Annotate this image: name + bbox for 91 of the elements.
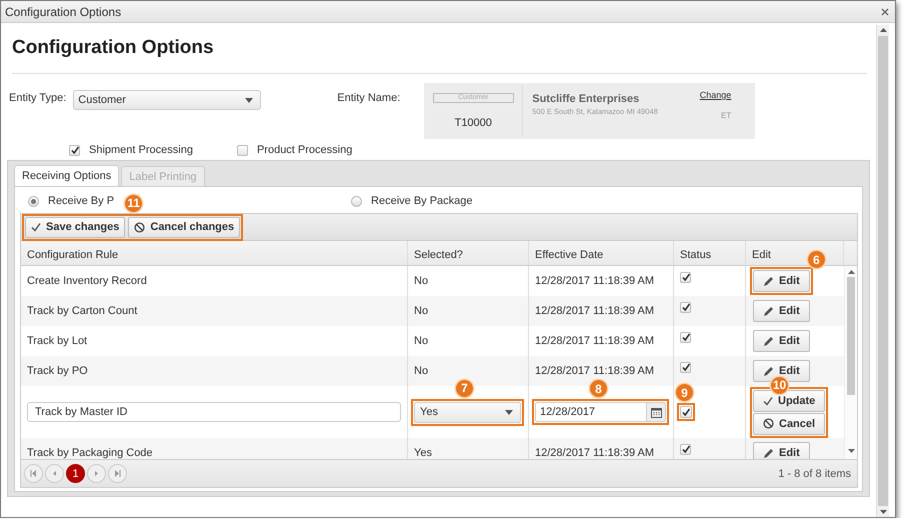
callout-badge: 10 xyxy=(771,376,788,394)
edit-button[interactable]: Edit xyxy=(753,270,810,292)
update-button[interactable]: Update xyxy=(753,390,826,412)
tab[interactable]: Receiving Options xyxy=(14,165,120,186)
pencil-icon xyxy=(763,366,774,376)
checkbox[interactable] xyxy=(680,406,692,418)
callout-badge: 6 xyxy=(808,251,825,268)
column-header: Edit xyxy=(752,248,771,260)
checkbox-label: Product Processing xyxy=(256,144,352,156)
table-cell: Track by Packaging Code xyxy=(27,447,153,459)
page-heading: Configuration Options xyxy=(11,36,215,56)
checkbox[interactable] xyxy=(236,144,248,156)
table-cell: Create Inventory Record xyxy=(27,275,147,287)
edit-button[interactable]: Edit xyxy=(753,300,810,322)
dropdown-caret-icon xyxy=(505,410,513,414)
column-header: Selected? xyxy=(414,248,463,260)
callout-badge: 8 xyxy=(590,380,607,397)
selected-dropdown[interactable]: Yes xyxy=(414,402,521,422)
calendar-icon xyxy=(650,406,662,418)
column-header: Status xyxy=(680,248,712,260)
scroll-up-icon xyxy=(848,270,854,274)
checkmark-icon xyxy=(682,303,690,311)
last-page-icon xyxy=(114,470,121,477)
change-link[interactable]: Change xyxy=(700,90,732,100)
entity-initials: ET xyxy=(721,111,732,120)
entity-type-dropdown[interactable]: Customer xyxy=(73,90,262,110)
scroll-down-icon xyxy=(880,510,886,514)
cancel-changes-button[interactable]: Cancel changes xyxy=(128,216,240,238)
pencil-icon xyxy=(763,336,774,346)
table-cell: Track by Carton Count xyxy=(27,305,138,317)
check-icon xyxy=(31,222,41,232)
edit-button[interactable]: Edit xyxy=(753,360,810,382)
column-header: Configuration Rule xyxy=(27,248,118,260)
checkmark-icon xyxy=(682,363,690,371)
cancel-icon xyxy=(763,418,774,429)
edit-button[interactable]: Edit xyxy=(753,330,810,352)
pencil-icon xyxy=(763,306,774,316)
table-cell: 12/28/2017 11:18:39 AM xyxy=(535,305,654,317)
table-cell: 12/28/2017 11:18:39 AM xyxy=(535,447,654,459)
table-cell: No xyxy=(414,305,428,317)
callout-badge: 11 xyxy=(125,194,142,212)
pager-info: 1 - 8 of 8 items xyxy=(778,468,851,480)
checkbox[interactable] xyxy=(680,302,691,312)
table-cell: No xyxy=(414,335,428,347)
callout-badge: 7 xyxy=(456,380,473,396)
table-cell: 12/28/2017 11:18:39 AM xyxy=(535,275,654,287)
table-cell: No xyxy=(414,365,428,377)
rule-input[interactable]: Track by Master ID xyxy=(27,402,401,422)
checkbox[interactable] xyxy=(69,144,80,156)
pencil-icon xyxy=(763,276,774,286)
check-icon xyxy=(763,396,773,406)
column-header: Effective Date xyxy=(535,248,604,260)
checkmark-icon xyxy=(70,146,78,154)
previous-page-icon xyxy=(51,470,58,477)
table-cell: No xyxy=(414,275,428,287)
dropdown-caret-icon xyxy=(245,98,254,102)
field-label: Entity Type: xyxy=(9,92,66,106)
checkmark-icon xyxy=(682,273,690,281)
table-cell: Yes xyxy=(414,447,432,459)
cancel-icon xyxy=(134,222,146,232)
save-changes-button[interactable]: Save changes xyxy=(25,216,126,238)
page-button[interactable]: 1 xyxy=(66,464,85,483)
radio-label: Receive By Package xyxy=(371,195,473,207)
radio-button[interactable] xyxy=(28,196,39,206)
checkbox[interactable] xyxy=(680,272,691,282)
window-title: Configuration Options xyxy=(5,4,122,18)
radio-button[interactable] xyxy=(351,196,362,206)
table-cell: Track by PO xyxy=(27,365,88,377)
next-page-icon xyxy=(93,470,100,477)
table-cell: 12/28/2017 11:18:39 AM xyxy=(535,335,654,347)
entity-name: Sutcliffe Enterprises xyxy=(532,93,640,105)
table-cell: 12/28/2017 11:18:39 AM xyxy=(535,365,654,377)
checkbox[interactable] xyxy=(680,332,691,342)
checkbox-label: Shipment Processing xyxy=(89,144,193,156)
scroll-up-icon xyxy=(880,28,886,32)
radio-label: Receive By P xyxy=(48,195,114,207)
field-label: Entity Name: xyxy=(337,92,400,106)
callout-badge: 9 xyxy=(676,384,693,401)
edit-button[interactable]: Edit xyxy=(753,442,810,459)
close-icon xyxy=(881,8,889,16)
cancel-button[interactable]: Cancel xyxy=(753,412,826,434)
date-input[interactable]: 12/28/2017 xyxy=(535,402,666,422)
table-cell: Track by Lot xyxy=(27,335,88,347)
checkmark-icon xyxy=(682,333,690,341)
checkmark-icon xyxy=(682,445,690,453)
entity-code: T10000 xyxy=(454,117,492,129)
checkmark-icon xyxy=(682,408,690,416)
scroll-down-icon xyxy=(848,449,854,453)
checkbox[interactable] xyxy=(680,444,691,454)
checkbox[interactable] xyxy=(680,362,691,372)
first-page-icon xyxy=(30,470,37,477)
